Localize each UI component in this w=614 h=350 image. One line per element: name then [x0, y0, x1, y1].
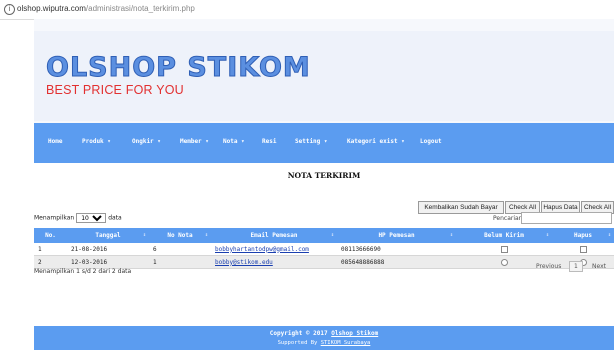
hapus-checkbox[interactable] [579, 245, 587, 253]
table-row: 1 21-08-2016 6 bobbyhartantodpw@gmail.co… [34, 243, 614, 256]
url-host: olshop.wiputra.com [17, 4, 86, 13]
length-select[interactable]: 10 [76, 213, 107, 223]
cell-hapus [552, 243, 614, 256]
col-header-tanggal-label: Tanggal [95, 232, 121, 239]
col-header-hp[interactable]: HP Pemesan ⇕ [337, 228, 456, 243]
sort-icon: ⇕ [204, 232, 208, 238]
pagination-previous[interactable]: Previous [536, 263, 561, 270]
cell-email: bobby@stikom.edu [211, 255, 337, 269]
email-link[interactable]: bobby@stikom.edu [215, 259, 273, 266]
col-header-tanggal[interactable]: Tanggal ⇕ [67, 228, 149, 243]
sort-icon: ⇕ [607, 232, 611, 238]
search-input[interactable] [521, 212, 612, 224]
nav-logout[interactable]: Logout [420, 138, 442, 145]
main-nav: Home Produk ▾ Ongkir ▾ Member ▾ Nota ▾ R… [34, 123, 614, 163]
email-link[interactable]: bobbyhartantodpw@gmail.com [215, 246, 309, 253]
site-footer: Copyright © 2017 Olshop Stikom Supported… [34, 326, 614, 350]
footer-supported-text: Supported By [277, 340, 318, 346]
table-row: 2 12-03-2016 1 bobby@stikom.edu 08564888… [34, 255, 614, 269]
kembalikan-sudah-bayar-button[interactable]: Kembalikan Sudah Bayar [418, 201, 504, 214]
page-title: NOTA TERKIRIM [287, 171, 361, 180]
col-header-hapus-label: Hapus [573, 232, 593, 239]
content-panel: Home Produk ▾ Ongkir ▾ Member ▾ Nota ▾ R… [34, 123, 614, 350]
pagination-next[interactable]: Next [592, 263, 606, 270]
url-text[interactable]: olshop.wiputra.com/administrasi/nota_ter… [17, 4, 195, 13]
col-header-belum-kirim-label: Belum Kirim [484, 232, 524, 239]
belum-kirim-checkbox[interactable] [500, 245, 508, 253]
col-header-no[interactable]: No. [34, 228, 67, 243]
site-info-icon[interactable]: i [4, 4, 15, 15]
nav-nota[interactable]: Nota ▾ [223, 138, 245, 145]
col-header-email-label: Email Pemesan [250, 232, 298, 239]
nav-kategori-exist[interactable]: Kategori exist ▾ [347, 138, 405, 145]
col-header-belum-kirim[interactable]: Belum Kirim ⇕ [456, 228, 552, 243]
browser-address-bar[interactable]: i olshop.wiputra.com/administrasi/nota_t… [0, 0, 614, 20]
footer-copyright: Copyright © 2017 Olshop Stikom [34, 330, 614, 337]
col-header-no-label: No. [45, 232, 56, 239]
cell-no: 2 [34, 255, 67, 269]
table-header-row: No. Tanggal ⇕ No Nota ⇕ Email Pemesan ⇕ HP … [34, 228, 614, 243]
footer-copyright-text: Copyright © 2017 [269, 330, 328, 337]
site-tagline: BEST PRICE FOR YOU [46, 83, 184, 97]
nav-member[interactable]: Member ▾ [180, 138, 209, 145]
length-prefix: Menampilkan [34, 214, 75, 222]
cell-no-nota: 1 [149, 255, 211, 269]
length-suffix: data [108, 214, 122, 222]
nav-produk[interactable]: Produk ▾ [82, 138, 111, 145]
belum-kirim-radio[interactable] [500, 258, 508, 266]
cell-tanggal: 21-08-2016 [67, 243, 149, 256]
cell-no: 1 [34, 243, 67, 256]
cell-hp: 085648886888 [337, 255, 456, 269]
pagination-page-1[interactable]: 1 [569, 261, 583, 272]
cell-email: bobbyhartantodpw@gmail.com [211, 243, 337, 256]
nav-ongkir[interactable]: Ongkir ▾ [132, 138, 161, 145]
col-header-hp-label: HP Pemesan [378, 232, 415, 239]
table-info: Menampilkan 1 s/d 2 dari 2 data [34, 268, 132, 275]
cell-no-nota: 6 [149, 243, 211, 256]
col-header-email[interactable]: Email Pemesan ⇕ [211, 228, 337, 243]
url-path: /administrasi/nota_terkirim.php [85, 4, 195, 13]
site-header: OLSHOP STIKOM BEST PRICE FOR YOU [34, 31, 614, 121]
cell-tanggal: 12-03-2016 [67, 255, 149, 269]
footer-olshop-link[interactable]: Olshop Stikom [331, 330, 378, 337]
cell-hp: 08113666690 [337, 243, 456, 256]
nav-setting[interactable]: Setting ▾ [295, 138, 328, 145]
sort-icon: ⇕ [545, 232, 549, 238]
nav-resi[interactable]: Resi [262, 138, 276, 145]
col-header-no-nota-label: No Nota [167, 232, 193, 239]
sort-icon: ⇕ [330, 232, 334, 238]
search-label: Pencarian: [493, 215, 525, 222]
col-header-no-nota[interactable]: No Nota ⇕ [149, 228, 211, 243]
nav-home[interactable]: Home [48, 138, 62, 145]
page: OLSHOP STIKOM BEST PRICE FOR YOU Home Pr… [34, 19, 614, 350]
cell-belum-kirim [456, 243, 552, 256]
sort-icon: ⇕ [142, 232, 146, 238]
site-logo[interactable]: OLSHOP STIKOM [46, 52, 311, 83]
col-header-hapus[interactable]: Hapus ⇕ [552, 228, 614, 243]
sort-icon: ⇕ [449, 232, 453, 238]
footer-stikom-link[interactable]: STIKOM Surabaya [321, 340, 371, 346]
length-control: Menampilkan 10 data [34, 213, 122, 223]
footer-supported: Supported By STIKOM Surabaya [34, 340, 614, 346]
nota-table: No. Tanggal ⇕ No Nota ⇕ Email Pemesan ⇕ HP … [34, 228, 614, 269]
